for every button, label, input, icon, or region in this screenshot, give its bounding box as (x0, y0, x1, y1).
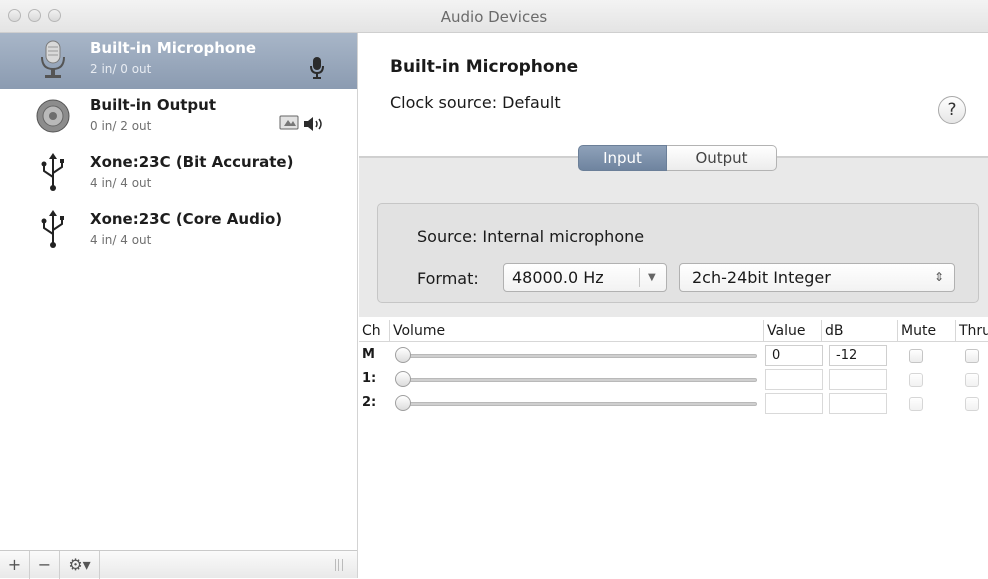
source-label: Source: Internal microphone (417, 227, 645, 246)
column-header-volume[interactable]: Volume (389, 320, 763, 342)
tab-input[interactable]: Input (578, 145, 667, 171)
table-row: 1: (359, 368, 988, 392)
resize-grip-icon[interactable] (335, 559, 343, 571)
device-item-xone-bit-accurate[interactable]: Xone:23C (Bit Accurate) 4 in/ 4 out (0, 147, 357, 203)
usb-icon (41, 153, 64, 191)
help-button[interactable]: ? (938, 96, 966, 124)
device-name: Built-in Microphone (90, 39, 257, 57)
thru-checkbox[interactable] (965, 373, 979, 387)
chevron-down-icon: ▼ (648, 272, 656, 283)
remove-device-button[interactable]: − (30, 551, 60, 579)
thru-checkbox[interactable] (965, 349, 979, 363)
value-field[interactable] (765, 369, 823, 390)
volume-slider-knob[interactable] (395, 347, 411, 363)
db-field[interactable] (829, 369, 887, 390)
sidebar-toolbar: + − ⚙▾ (0, 550, 357, 579)
mute-checkbox[interactable] (909, 349, 923, 363)
channel-label: 2: (362, 395, 377, 410)
db-field[interactable] (829, 393, 887, 414)
device-name: Built-in Output (90, 96, 217, 114)
device-detail-title: Built-in Microphone (390, 57, 579, 77)
column-header-mute[interactable]: Mute (897, 320, 955, 342)
volume-slider[interactable] (399, 378, 757, 382)
title-bar: Audio Devices (0, 0, 988, 33)
value-field[interactable]: 0 (765, 345, 823, 366)
sample-rate-value: 48000.0 Hz (512, 268, 604, 287)
channel-table-header: Ch Volume Value dB Mute Thru (359, 320, 988, 342)
bit-format-popup[interactable]: 2ch-24bit Integer ⇕ (679, 263, 955, 292)
column-header-thru[interactable]: Thru (955, 320, 988, 342)
clock-source-label: Clock source: Default (390, 93, 561, 112)
column-header-value[interactable]: Value (763, 320, 821, 342)
mute-checkbox[interactable] (909, 373, 923, 387)
device-item-built-in-output[interactable]: Built-in Output 0 in/ 2 out (0, 90, 357, 146)
popup-divider (639, 268, 640, 287)
volume-slider[interactable] (399, 354, 757, 358)
thru-checkbox[interactable] (965, 397, 979, 411)
sample-rate-popup[interactable]: 48000.0 Hz ▼ (503, 263, 667, 292)
audio-devices-window: Audio Devices Built-in Microphone 2 in/ … (0, 0, 988, 579)
tab-output[interactable]: Output (667, 145, 777, 171)
window-title: Audio Devices (440, 8, 548, 26)
device-name: Xone:23C (Bit Accurate) (90, 153, 294, 171)
speaker-icon (36, 99, 70, 133)
gear-menu-button[interactable]: ⚙▾ (60, 551, 100, 579)
device-io: 4 in/ 4 out (90, 176, 152, 190)
default-output-speaker-icon (304, 117, 322, 131)
device-io: 4 in/ 4 out (90, 233, 152, 247)
up-down-arrows-icon: ⇕ (933, 270, 944, 284)
table-row: M 0 -12 (359, 344, 988, 368)
channel-label: 1: (362, 371, 377, 386)
device-item-xone-core-audio[interactable]: Xone:23C (Core Audio) 4 in/ 4 out (0, 204, 357, 260)
bit-format-value: 2ch-24bit Integer (692, 268, 831, 287)
channel-label: M (362, 347, 375, 362)
volume-slider-knob[interactable] (395, 371, 411, 387)
add-device-button[interactable]: + (0, 551, 30, 579)
volume-slider[interactable] (399, 402, 757, 406)
device-name: Xone:23C (Core Audio) (90, 210, 283, 228)
table-row: 2: (359, 392, 988, 416)
device-io: 0 in/ 2 out (90, 119, 152, 133)
format-label: Format: (417, 269, 479, 288)
default-input-microphone-icon (310, 57, 324, 79)
db-field[interactable]: -12 (829, 345, 887, 366)
device-item-built-in-microphone[interactable]: Built-in Microphone 2 in/ 0 out (0, 33, 357, 89)
system-output-icon (279, 115, 299, 130)
device-io: 2 in/ 0 out (90, 62, 152, 76)
value-field[interactable] (765, 393, 823, 414)
mute-checkbox[interactable] (909, 397, 923, 411)
column-header-db[interactable]: dB (821, 320, 897, 342)
device-list: Built-in Microphone 2 in/ 0 out Built-in… (0, 33, 358, 579)
column-header-ch[interactable]: Ch (359, 320, 389, 342)
usb-icon (41, 210, 64, 248)
volume-slider-knob[interactable] (395, 395, 411, 411)
microphone-icon (41, 40, 65, 78)
